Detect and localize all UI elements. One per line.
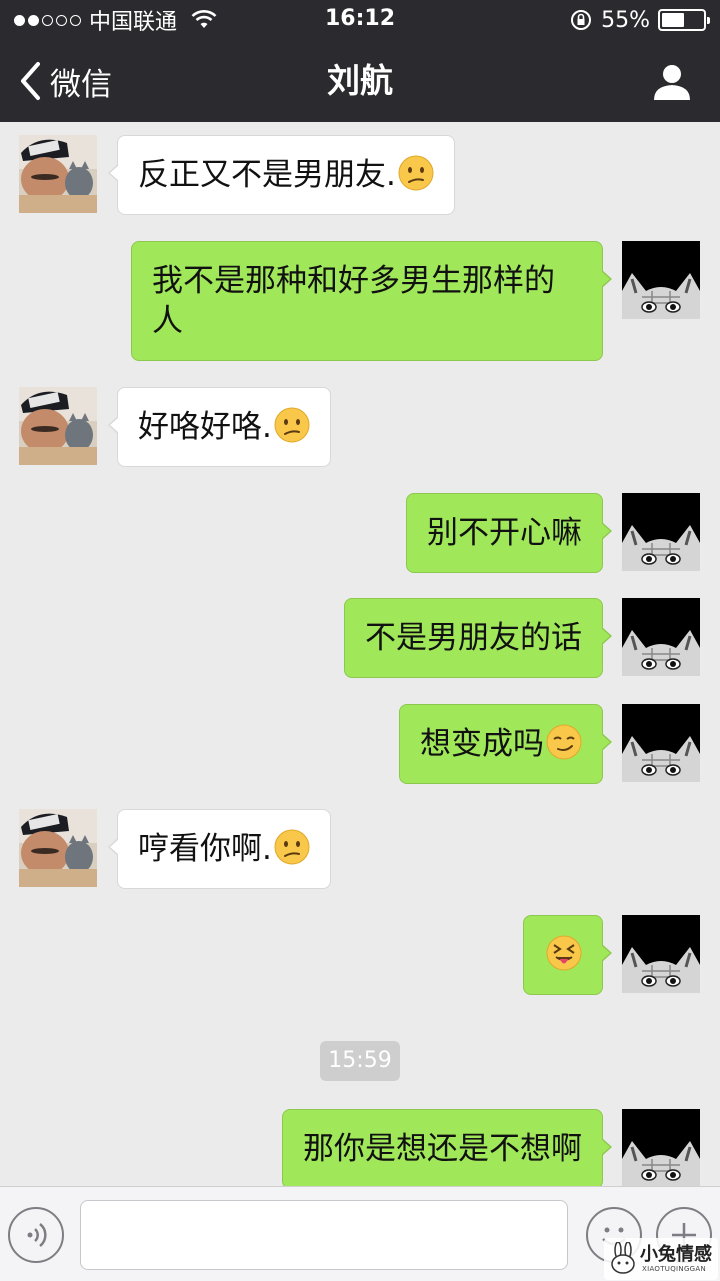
contact-avatar[interactable]: [19, 387, 97, 465]
battery-icon: [658, 9, 710, 31]
message-text: 我不是那种和好多男生那样的人: [152, 263, 555, 339]
message-text: 不是男朋友的话: [365, 620, 582, 656]
message-bubble[interactable]: 好咯好咯.: [108, 387, 331, 467]
battery-percent: 55%: [601, 7, 650, 33]
confused-face-icon: [397, 155, 434, 191]
user-avatar[interactable]: [622, 241, 700, 319]
message-text: 别不开心嘛: [427, 515, 582, 551]
smirking-face-icon: [546, 724, 582, 760]
voice-button[interactable]: [8, 1207, 64, 1263]
message-bubble[interactable]: 别不开心嘛: [406, 493, 612, 573]
message-bubble[interactable]: 想变成吗: [399, 704, 612, 784]
rabbit-logo-icon: [611, 1242, 635, 1274]
message-list[interactable]: 反正又不是男朋友. 我不是那种和好多男生那样的人 好咯好咯. 别不开心嘛 不是男…: [0, 122, 720, 1186]
message-bubble[interactable]: 反正又不是男朋友.: [108, 135, 455, 215]
confused-face-icon: [273, 407, 310, 443]
battery-info: 55%: [569, 6, 710, 34]
person-icon[interactable]: [652, 62, 692, 102]
watermark-title: 小兔情感: [640, 1244, 712, 1265]
rotation-lock-icon: [571, 10, 592, 30]
chat-timestamp: 15:59: [320, 1041, 400, 1081]
user-avatar[interactable]: [622, 598, 700, 676]
message-bubble[interactable]: [523, 915, 612, 995]
message-text: 那你是想还是不想啊: [303, 1131, 582, 1167]
voice-icon: [27, 1223, 47, 1247]
user-avatar[interactable]: [622, 493, 700, 571]
squinting-tongue-face-icon: [546, 935, 582, 971]
user-avatar[interactable]: [622, 704, 700, 782]
message-bubble[interactable]: 不是男朋友的话: [344, 598, 612, 678]
user-avatar[interactable]: [622, 1109, 700, 1186]
message-bubble[interactable]: 哼看你啊.: [108, 809, 331, 889]
nav-bar: 微信 刘航: [0, 40, 720, 122]
chat-title: 刘航: [327, 61, 393, 100]
message-text: 想变成吗: [420, 726, 544, 762]
message-bubble[interactable]: 我不是那种和好多男生那样的人: [131, 241, 612, 361]
watermark-subtitle: XIAOTUQINGGAN: [642, 1265, 707, 1273]
status-bar: 中国联通 16:12 55%: [0, 0, 720, 40]
message-text: 反正又不是男朋友.: [138, 157, 396, 193]
watermark: 小兔情感 XIAOTUQINGGAN: [604, 1238, 718, 1280]
message-text: 好咯好咯.: [138, 409, 272, 445]
contact-avatar[interactable]: [19, 809, 97, 887]
message-bubble[interactable]: 那你是想还是不想啊: [282, 1109, 612, 1186]
contact-avatar[interactable]: [19, 135, 97, 213]
user-avatar[interactable]: [622, 915, 700, 993]
message-text: 哼看你啊.: [138, 831, 272, 867]
confused-face-icon: [273, 829, 310, 865]
message-input[interactable]: [80, 1200, 568, 1270]
